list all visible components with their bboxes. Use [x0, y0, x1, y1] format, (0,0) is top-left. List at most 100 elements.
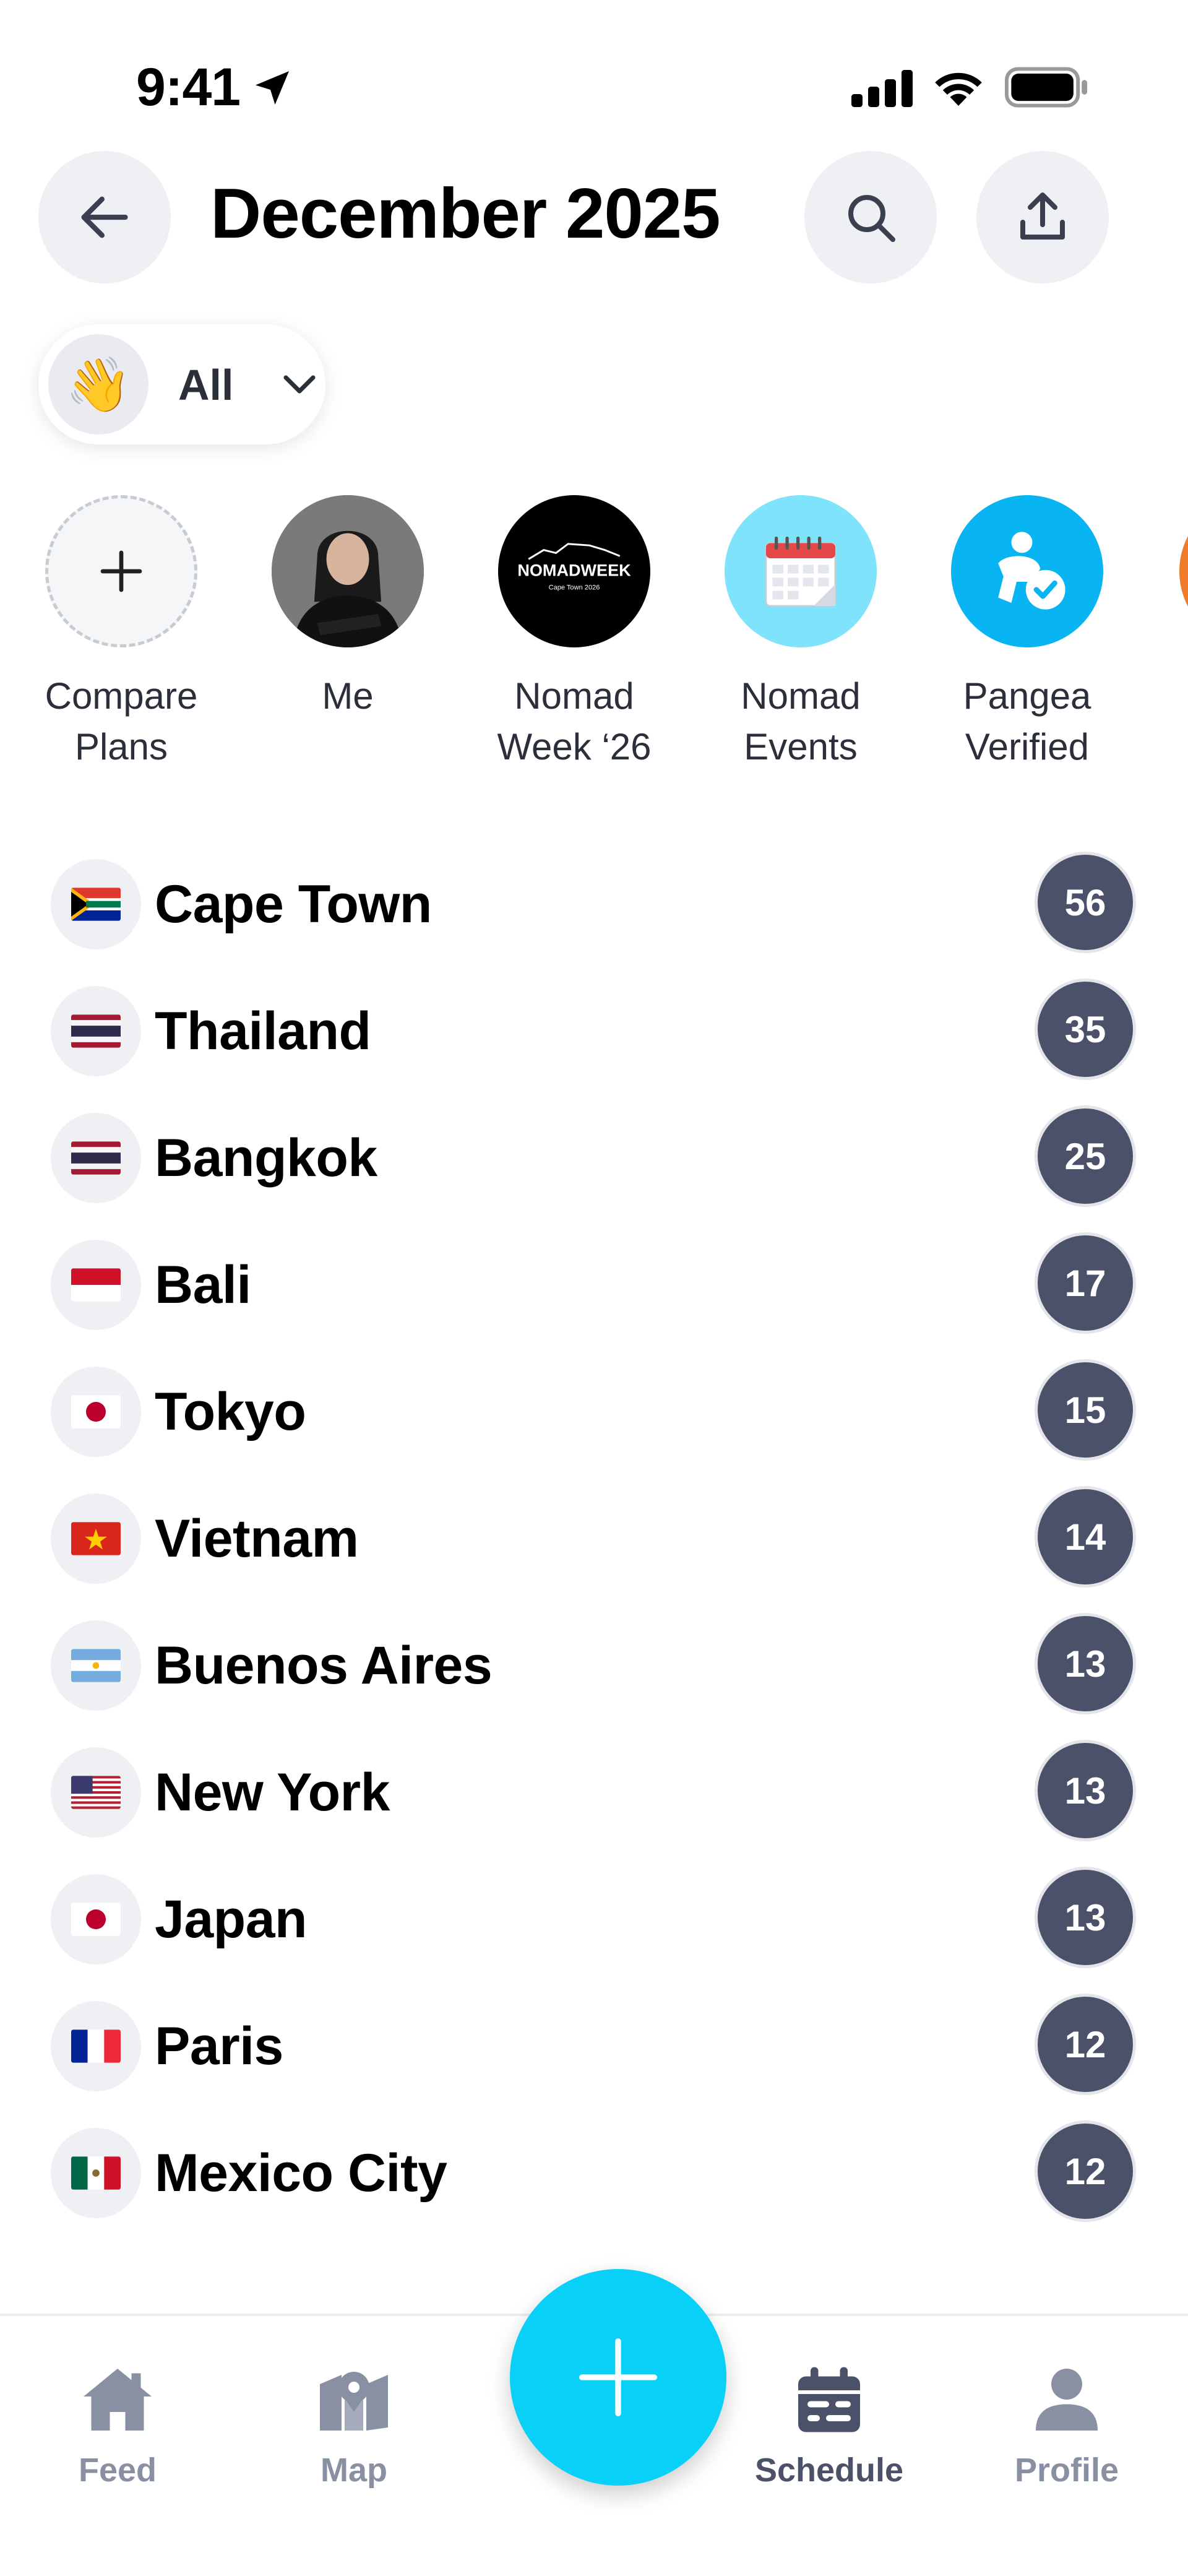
- map-icon: [320, 2372, 388, 2431]
- flag-badge: [51, 2001, 141, 2091]
- thailand-flag-icon: [71, 1141, 121, 1175]
- story-label: Compare Plans: [45, 675, 198, 767]
- count-badge: 13: [1035, 1867, 1136, 1968]
- destination-name: Thailand: [155, 1001, 371, 1061]
- location-arrow-icon: [256, 71, 289, 105]
- destination-name: Paris: [155, 2016, 283, 2076]
- destination-name: Bangkok: [155, 1128, 377, 1188]
- destination-name: Cape Town: [155, 875, 432, 934]
- plus-icon: [579, 2338, 657, 2416]
- story-label: Nomad Week ‘26: [497, 675, 652, 767]
- count-badge: 17: [1035, 1232, 1136, 1334]
- nav-label: Schedule: [754, 2452, 904, 2489]
- calendar-icon: [798, 2367, 860, 2432]
- back-button[interactable]: [38, 151, 171, 283]
- list-item[interactable]: Paris 12: [0, 1994, 1188, 2099]
- schedule-screen: 9:41 December 2025 👋 All Compare Plans M…: [0, 0, 1188, 2576]
- flag-badge: [51, 1493, 141, 1584]
- nav-label: Map: [321, 2452, 387, 2489]
- status-bar: 9:41: [0, 0, 1188, 149]
- list-item[interactable]: Thailand 35: [0, 979, 1188, 1084]
- search-icon: [848, 195, 895, 242]
- destination-name: Tokyo: [155, 1382, 306, 1441]
- story-pangea-verified[interactable]: Pangea Verified: [934, 495, 1120, 772]
- vietnam-flag-icon: [71, 1522, 121, 1555]
- story-nomad-week[interactable]: NOMADWEEK Cape Town 2026 Nomad Week ‘26: [481, 495, 667, 772]
- flag-badge: [51, 1747, 141, 1838]
- count-badge: 12: [1035, 1994, 1136, 2095]
- list-item[interactable]: Bangkok 25: [0, 1105, 1188, 1211]
- flag-badge: [51, 1874, 141, 1964]
- flag-badge: [51, 986, 141, 1076]
- nav-schedule[interactable]: Schedule: [736, 2366, 922, 2489]
- indonesia-flag-icon: [71, 1268, 121, 1302]
- pangea-verified-circle: [951, 495, 1103, 647]
- flag-badge: [51, 1113, 141, 1203]
- count-badge: 56: [1035, 852, 1136, 953]
- share-icon: [1020, 192, 1065, 240]
- usa-flag-icon: [71, 1776, 121, 1809]
- thailand-flag-icon: [71, 1014, 121, 1048]
- count-badge: 14: [1035, 1486, 1136, 1588]
- list-item[interactable]: Buenos Aires 13: [0, 1613, 1188, 1718]
- wifi-icon: [935, 72, 982, 106]
- destination-name: New York: [155, 1763, 390, 1822]
- story-partial[interactable]: [1179, 495, 1188, 647]
- nav-profile[interactable]: Profile: [974, 2366, 1160, 2489]
- filter-dropdown[interactable]: 👋 All: [38, 324, 325, 444]
- avatar-image: [272, 495, 424, 647]
- nomad-week-logo-text: NOMADWEEK: [517, 561, 631, 579]
- mexico-flag-icon: [71, 2156, 121, 2190]
- nomad-week-logo-subtext: Cape Town 2026: [549, 584, 600, 592]
- story-compare-plans[interactable]: Compare Plans: [28, 495, 214, 772]
- list-item[interactable]: Tokyo 15: [0, 1359, 1188, 1464]
- list-item[interactable]: Bali 17: [0, 1232, 1188, 1338]
- plus-icon: [100, 550, 142, 592]
- south-africa-flag-icon: [71, 888, 121, 921]
- list-item[interactable]: New York 13: [0, 1740, 1188, 1845]
- destination-name: Bali: [155, 1255, 251, 1315]
- flag-badge: [51, 859, 141, 949]
- home-icon: [84, 2369, 152, 2431]
- story-me[interactable]: Me: [255, 495, 441, 722]
- page-title: December 2025: [210, 175, 721, 253]
- count-badge: 12: [1035, 2120, 1136, 2222]
- nav-map[interactable]: Map: [261, 2366, 447, 2489]
- story-nomad-events[interactable]: Nomad Events: [708, 495, 893, 772]
- destination-name: Mexico City: [155, 2143, 447, 2203]
- nomad-events-circle: [725, 495, 877, 647]
- waving-hand-icon: 👋: [48, 334, 148, 434]
- person-icon: [1036, 2369, 1098, 2431]
- count-badge: 15: [1035, 1359, 1136, 1461]
- destination-name: Japan: [155, 1890, 308, 1949]
- battery-icon: [1005, 67, 1088, 108]
- share-button[interactable]: [976, 151, 1109, 283]
- story-label: Nomad Events: [741, 675, 861, 767]
- japan-flag-icon: [71, 1903, 121, 1936]
- search-button[interactable]: [804, 151, 937, 283]
- count-badge: 13: [1035, 1740, 1136, 1841]
- japan-flag-icon: [71, 1395, 121, 1428]
- calendar-icon: [765, 537, 837, 607]
- list-item[interactable]: Cape Town 56: [0, 852, 1188, 957]
- chevron-down-icon: [283, 375, 316, 394]
- count-badge: 13: [1035, 1613, 1136, 1714]
- list-item[interactable]: Vietnam 14: [0, 1486, 1188, 1591]
- list-item[interactable]: Mexico City 12: [0, 2120, 1188, 2226]
- nav-feed[interactable]: Feed: [25, 2366, 210, 2489]
- count-badge: 35: [1035, 979, 1136, 1080]
- story-label: Me: [322, 675, 374, 717]
- list-item[interactable]: Japan 13: [0, 1867, 1188, 1972]
- nomad-week-logo: NOMADWEEK Cape Town 2026: [498, 495, 650, 647]
- flag-badge: [51, 2128, 141, 2218]
- story-label: Pangea Verified: [963, 675, 1091, 767]
- filter-label: All: [178, 361, 234, 409]
- count-badge: 25: [1035, 1105, 1136, 1207]
- flag-badge: [51, 1620, 141, 1711]
- france-flag-icon: [71, 2029, 121, 2063]
- flag-badge: [51, 1367, 141, 1457]
- nav-label: Feed: [78, 2452, 157, 2489]
- add-button[interactable]: [510, 2269, 726, 2486]
- nomad-week-logo-art: NOMADWEEK Cape Town 2026: [517, 543, 631, 592]
- nav-label: Profile: [1014, 2452, 1119, 2489]
